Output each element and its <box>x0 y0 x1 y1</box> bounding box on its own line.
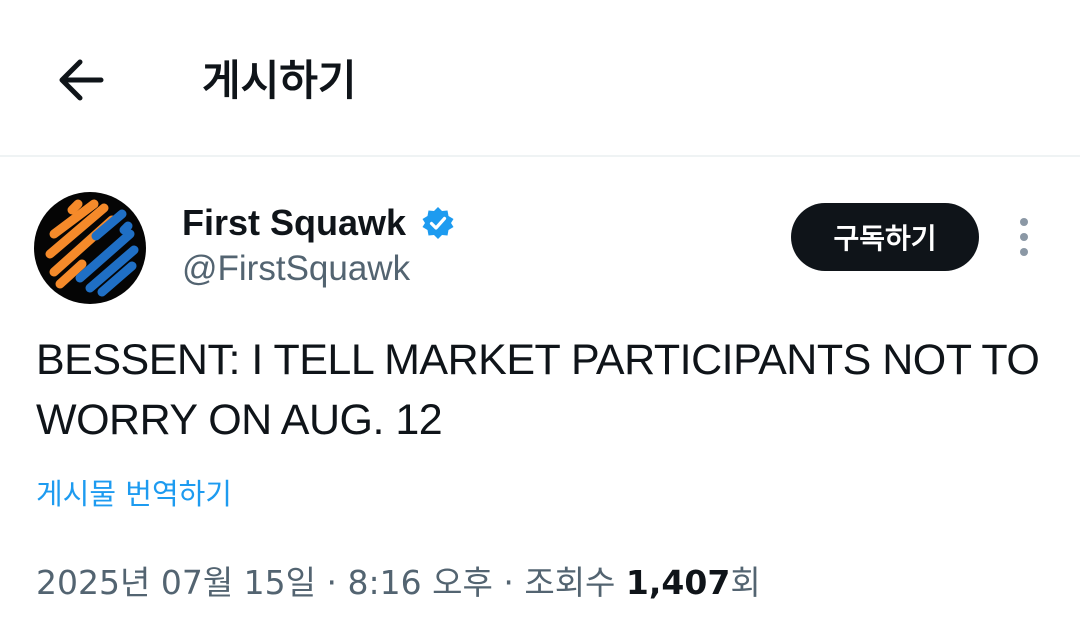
post-meta: 2025년 07월 15일 · 8:16 오후 · 조회수 1,407회 <box>36 560 761 606</box>
more-vertical-icon <box>1020 218 1028 256</box>
views-count: 1,407 <box>625 563 731 602</box>
page-title: 게시하기 <box>202 56 357 105</box>
verified-badge-icon <box>422 207 454 239</box>
more-options-button[interactable] <box>1004 212 1044 262</box>
meta-separator: · <box>492 563 525 602</box>
post-text: BESSENT: I TELL MARKET PARTICIPANTS NOT … <box>36 336 1040 444</box>
views-suffix: 회 <box>730 563 761 602</box>
author-name[interactable]: First Squawk <box>182 200 406 246</box>
top-bar: 게시하기 <box>0 0 1080 157</box>
author-handle[interactable]: @FirstSquawk <box>182 246 410 292</box>
views-label: 조회수 <box>524 563 616 602</box>
meta-separator: · <box>316 563 348 602</box>
arrow-left-icon <box>59 59 104 101</box>
subscribe-button[interactable]: 구독하기 <box>791 203 979 271</box>
back-button[interactable] <box>40 44 120 116</box>
post-date[interactable]: 2025년 07월 15일 <box>36 563 316 602</box>
author-avatar[interactable] <box>34 192 146 304</box>
first-squawk-logo-icon <box>45 199 139 297</box>
translate-post-link[interactable]: 게시물 번역하기 <box>36 474 232 514</box>
post-time[interactable]: 8:16 오후 <box>348 563 493 602</box>
